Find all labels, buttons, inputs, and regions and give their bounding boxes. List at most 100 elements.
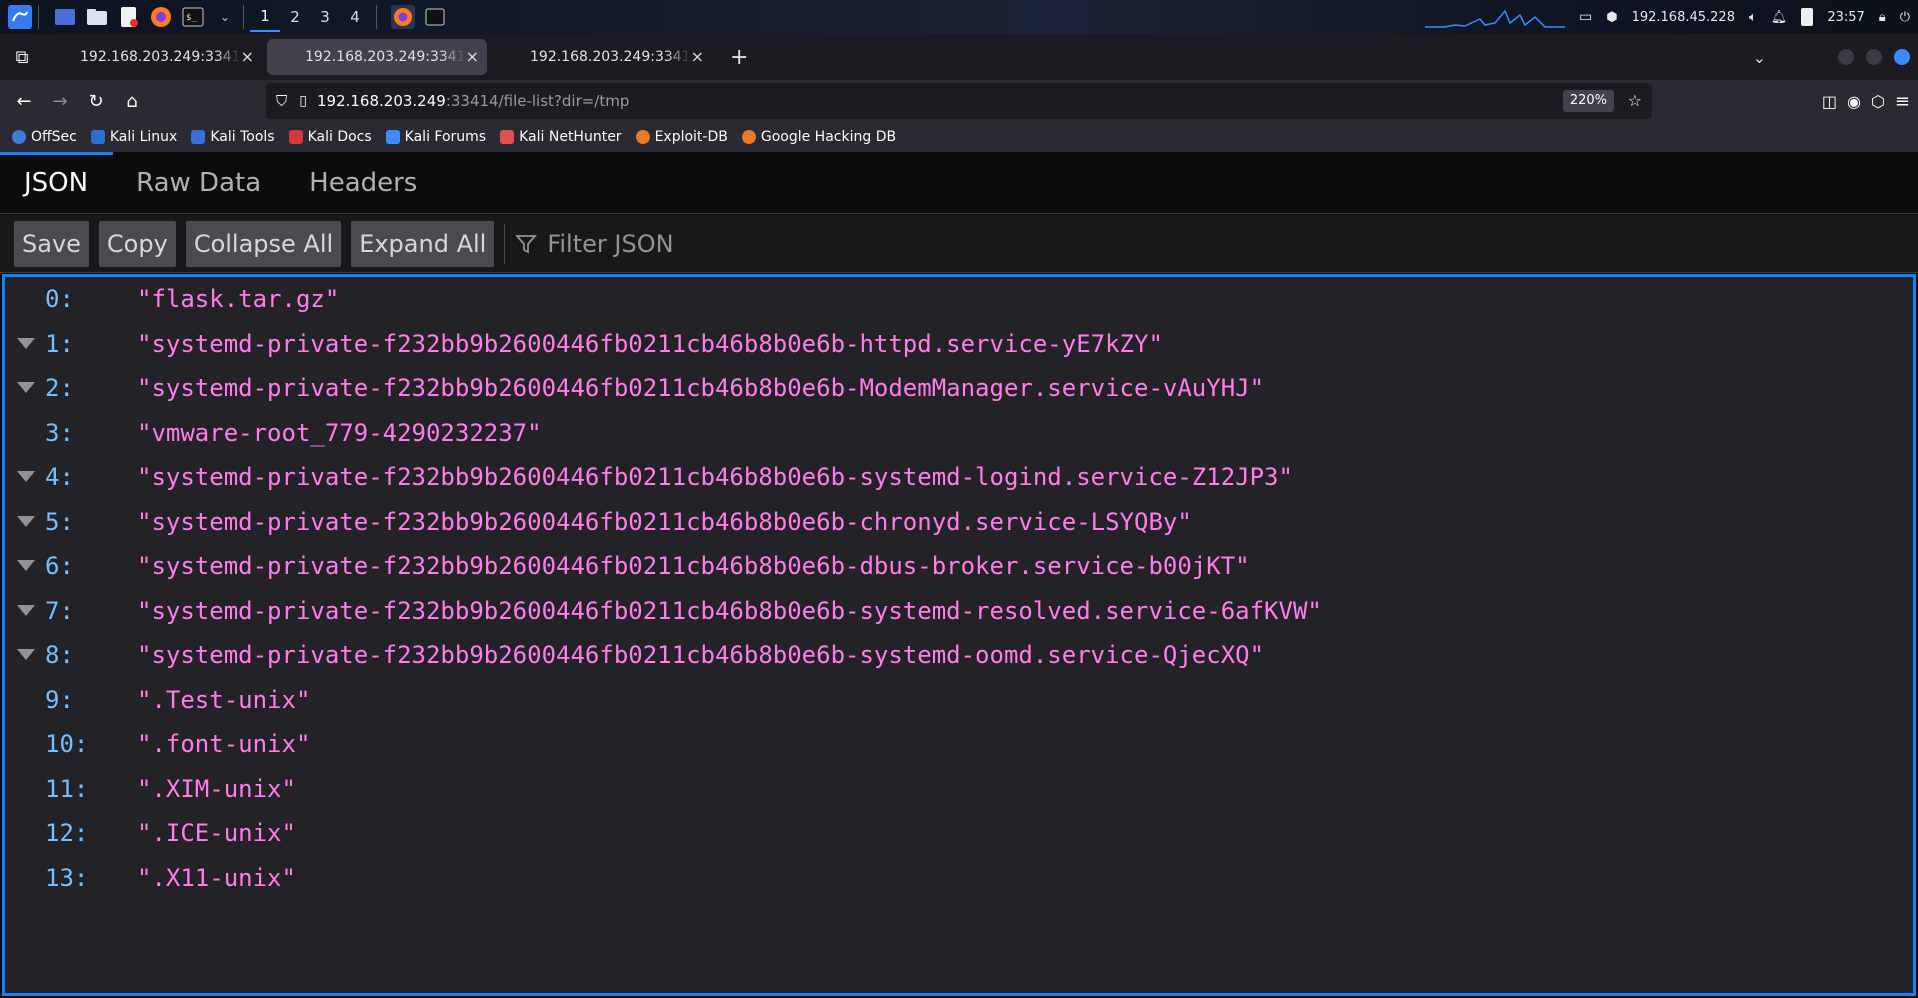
notification-bell-icon[interactable]: 🔔︎	[1771, 10, 1788, 25]
terminal-launcher-icon[interactable]: $_	[181, 5, 205, 29]
bookmark-kali-forums[interactable]: Kali Forums	[385, 129, 486, 145]
clock[interactable]: 23:57	[1827, 10, 1864, 25]
expand-toggle-icon[interactable]	[17, 337, 35, 349]
home-icon[interactable]: ⌂	[114, 83, 150, 119]
json-value: ".X11-unix"	[137, 863, 296, 892]
text-editor-icon[interactable]	[117, 5, 141, 29]
json-row[interactable]: 12: ".ICE-unix"	[5, 811, 1913, 856]
back-icon[interactable]: ←	[6, 83, 42, 119]
tab-json[interactable]: JSON	[0, 152, 114, 214]
json-row[interactable]: 2: "systemd-private-f232bb9b2600446fb0211…	[5, 366, 1913, 411]
json-key: 11:	[45, 774, 89, 803]
close-window-button[interactable]	[1894, 49, 1910, 65]
expand-all-button[interactable]: Expand All	[351, 220, 495, 267]
json-row[interactable]: 10: ".font-unix"	[5, 722, 1913, 767]
json-toolbar: Save Copy Collapse All Expand All Filter…	[0, 215, 1918, 273]
show-desktop-icon[interactable]	[53, 5, 77, 29]
tab-2[interactable]: 192.168.203.249:33414/fi ×	[267, 39, 487, 75]
forward-icon[interactable]: →	[42, 83, 78, 119]
bookmark-google-hacking-db[interactable]: Google Hacking DB	[741, 129, 896, 145]
tab-strip: ⧉ 192.168.203.249:33414/h × 192.168.203.…	[0, 34, 1918, 80]
tab-3[interactable]: 192.168.203.249:33414/ir ×	[492, 39, 712, 75]
zoom-level[interactable]: 220%	[1562, 90, 1614, 112]
json-key: 13:	[45, 863, 89, 892]
close-icon[interactable]: ×	[691, 47, 704, 66]
json-row[interactable]: 1: "systemd-private-f232bb9b2600446fb0211…	[5, 322, 1913, 367]
expand-toggle-icon[interactable]	[17, 382, 35, 393]
file-manager-icon[interactable]	[85, 5, 109, 29]
power-icon[interactable]: ⏻	[1900, 10, 1910, 25]
json-key: 3:	[45, 418, 74, 447]
tab-1[interactable]: 192.168.203.249:33414/h ×	[42, 39, 262, 75]
json-key: 12:	[45, 819, 89, 848]
filter-json-input[interactable]: Filter JSON	[515, 230, 674, 258]
bookmark-star-icon[interactable]: ☆	[1628, 91, 1642, 110]
svg-text:$_: $_	[186, 13, 197, 23]
pocket-icon[interactable]: ◫	[1822, 92, 1837, 111]
shield-icon[interactable]: ⛉	[276, 92, 287, 110]
json-value: ".ICE-unix"	[137, 819, 296, 848]
battery-icon[interactable]	[1801, 8, 1814, 26]
reload-icon[interactable]: ↻	[78, 83, 114, 119]
firefox-window-icon[interactable]	[391, 5, 415, 29]
exploit-db-icon	[635, 130, 650, 144]
json-row[interactable]: 7: "systemd-private-f232bb9b2600446fb0211…	[5, 589, 1913, 634]
offsec-icon	[12, 130, 26, 144]
copy-button[interactable]: Copy	[98, 220, 176, 267]
kali-menu-icon[interactable]	[8, 5, 32, 29]
list-all-tabs-icon[interactable]: ⌄	[1753, 48, 1766, 67]
volume-icon[interactable]: 🔈︎	[1749, 10, 1757, 25]
maximize-button[interactable]	[1866, 49, 1882, 65]
firefox-view-icon[interactable]: ⧉	[4, 39, 40, 75]
expand-toggle-icon[interactable]	[17, 604, 35, 616]
bookmark-kali-tools[interactable]: Kali Tools	[191, 129, 275, 145]
chevron-down-icon[interactable]: ⌄	[213, 5, 237, 29]
json-row[interactable]: 11: ".XIM-unix"	[5, 767, 1913, 812]
extensions-icon[interactable]: ⬡	[1871, 92, 1885, 111]
json-row[interactable]: 0: "flask.tar.gz"	[5, 277, 1913, 322]
kali-docs-icon	[288, 130, 303, 144]
close-icon[interactable]: ×	[241, 47, 254, 66]
terminal-window-icon[interactable]	[423, 5, 447, 29]
json-row[interactable]: 9: ".Test-unix"	[5, 678, 1913, 723]
json-row[interactable]: 13: ".X11-unix"	[5, 856, 1913, 901]
firefox-launcher-icon[interactable]	[149, 5, 173, 29]
tab-headers[interactable]: Headers	[285, 152, 441, 214]
close-icon[interactable]: ×	[466, 47, 479, 66]
bookmark-kali-docs[interactable]: Kali Docs	[288, 129, 372, 145]
workspace-1[interactable]: 1	[250, 2, 280, 32]
json-row[interactable]: 8: "systemd-private-f232bb9b2600446fb0211…	[5, 633, 1913, 678]
json-value: "systemd-private-f232bb9b2600446fb0211cb…	[137, 329, 1163, 358]
new-tab-icon[interactable]: +	[730, 45, 748, 70]
expand-toggle-icon[interactable]	[17, 471, 35, 482]
workspace-2[interactable]: 2	[280, 2, 310, 32]
network-icon[interactable]: ⬢	[1606, 10, 1617, 25]
json-row[interactable]: 3: "vmware-root_779-4290232237"	[5, 411, 1913, 456]
bookmark-kali-nethunter[interactable]: Kali NetHunter	[500, 129, 622, 145]
viewer-tabs: JSON Raw Data Headers	[0, 152, 1918, 214]
lock-icon[interactable]: 🔒︎	[1879, 10, 1886, 25]
tab-raw-data[interactable]: Raw Data	[112, 152, 285, 214]
bookmark-exploit-db[interactable]: Exploit-DB	[635, 129, 728, 145]
workspace-3[interactable]: 3	[310, 2, 340, 32]
menu-icon[interactable]: ≡	[1895, 91, 1910, 112]
ghdb-icon	[741, 130, 756, 144]
expand-toggle-icon[interactable]	[17, 515, 35, 527]
json-row[interactable]: 5: "systemd-private-f232bb9b2600446fb0211…	[5, 500, 1913, 545]
account-icon[interactable]: ◉	[1847, 92, 1861, 111]
bookmark-kali-linux[interactable]: Kali Linux	[90, 129, 177, 145]
workspace-4[interactable]: 4	[340, 2, 370, 32]
json-row[interactable]: 4: "systemd-private-f232bb9b2600446fb0211…	[5, 455, 1913, 500]
save-button[interactable]: Save	[14, 220, 89, 267]
kali-forums-icon	[385, 130, 400, 144]
json-key: 7:	[45, 596, 74, 625]
json-row[interactable]: 6: "systemd-private-f232bb9b2600446fb0211…	[5, 544, 1913, 589]
collapse-all-button[interactable]: Collapse All	[185, 220, 342, 267]
display-icon[interactable]: ▭	[1579, 9, 1592, 25]
json-key: 10:	[45, 730, 89, 759]
expand-toggle-icon[interactable]	[17, 649, 35, 660]
minimize-button[interactable]	[1838, 49, 1854, 65]
expand-toggle-icon[interactable]	[17, 560, 35, 571]
address-bar[interactable]: ⛉ ▯ 192.168.203.249:33414/file-list?dir=…	[266, 83, 1652, 119]
bookmark-offsec[interactable]: OffSec	[12, 129, 77, 145]
